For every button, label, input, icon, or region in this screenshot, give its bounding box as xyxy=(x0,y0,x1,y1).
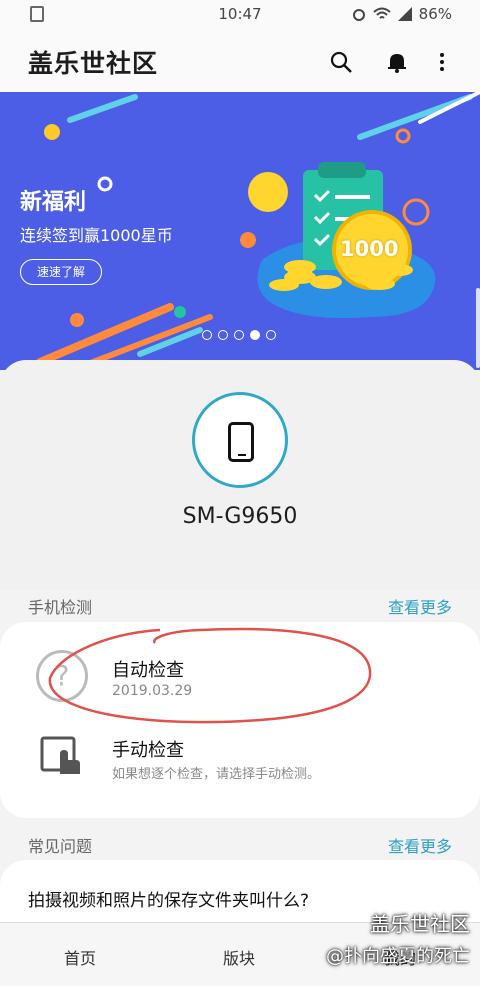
hand-drawn-circle xyxy=(48,627,372,724)
app-title: 盖乐世社区 xyxy=(28,49,159,78)
signal-icon xyxy=(397,7,412,21)
wifi-icon xyxy=(372,7,391,19)
status-icons: 86% xyxy=(351,5,452,23)
watermark-user: @扑向盛夏的死亡 xyxy=(326,946,470,967)
app-bar: 盖乐世社区 xyxy=(0,30,480,92)
tab-boards[interactable]: 版块 xyxy=(223,945,255,969)
coin-label: 1000 xyxy=(340,237,399,261)
carousel-dot-active[interactable] xyxy=(250,330,260,340)
section-title-check: 手机检测 xyxy=(28,598,93,617)
manual-check-desc: 如果想逐个检查，请选择手动检测。 xyxy=(112,767,321,782)
faq-more-link[interactable]: 查看更多 xyxy=(388,833,452,857)
alarm-icon xyxy=(352,9,365,21)
check-more-link[interactable]: 查看更多 xyxy=(388,594,452,618)
carousel-dots[interactable] xyxy=(202,330,276,340)
status-bar: 10:47 86% xyxy=(0,0,480,30)
faq-question[interactable]: 拍摄视频和照片的保存文件夹叫什么? xyxy=(28,886,309,911)
touch-icon xyxy=(40,736,80,774)
smartphone-icon xyxy=(228,422,254,462)
section-title-faq: 常见问题 xyxy=(28,837,93,856)
banner-headline: 新福利 xyxy=(20,190,87,215)
more-options-icon[interactable] xyxy=(430,50,454,74)
learn-more-button[interactable]: 速速了解 xyxy=(20,259,103,285)
battery-level: 86% xyxy=(418,5,452,23)
promo-banner[interactable]: 1000 新福利 连续签到赢1000星币 速速了解 xyxy=(0,92,480,370)
search-icon[interactable] xyxy=(329,50,353,74)
carousel-dot[interactable] xyxy=(202,330,212,340)
device-avatar xyxy=(192,392,288,488)
carousel-dot[interactable] xyxy=(266,330,276,340)
watermark-title: 盖乐世社区 xyxy=(370,912,470,936)
tab-home[interactable]: 首页 xyxy=(64,945,96,969)
carousel-dot[interactable] xyxy=(218,330,228,340)
scrollbar[interactable] xyxy=(476,288,480,368)
device-model: SM-G9650 xyxy=(182,504,298,529)
bell-icon[interactable] xyxy=(385,50,409,74)
manual-check-title[interactable]: 手动检查 xyxy=(112,736,184,762)
banner-subtitle: 连续签到赢1000星币 xyxy=(20,226,173,245)
carousel-dot[interactable] xyxy=(234,330,244,340)
